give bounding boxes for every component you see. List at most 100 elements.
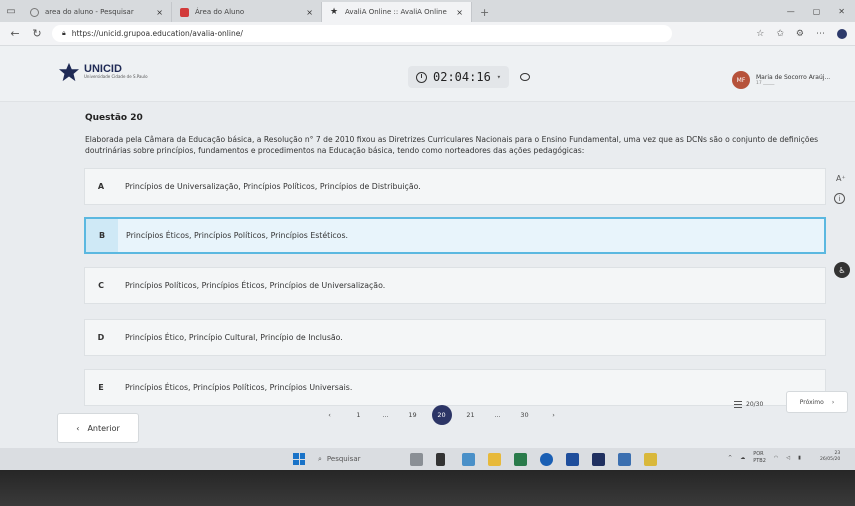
accessibility-icon[interactable]: ♿︎ xyxy=(834,262,850,278)
maximize-icon[interactable]: ▢ xyxy=(813,7,821,16)
app-icon[interactable] xyxy=(644,453,657,466)
logo-subtitle: Universidade Cidade de S.Paulo xyxy=(84,74,148,80)
eye-icon[interactable] xyxy=(520,73,530,81)
folder-icon[interactable] xyxy=(488,453,501,466)
browser-tab-avalia[interactable]: ★ AvaliA Online :: AvaliA Online × xyxy=(322,2,472,22)
option-e[interactable]: E Princípios Éticos, Princípios Político… xyxy=(84,369,826,406)
question-pager: ‹ 1 ... 19 20 21 ... 30 › xyxy=(315,404,568,426)
font-size-button[interactable]: A⁺ xyxy=(836,174,846,183)
option-c[interactable]: C Princípios Políticos, Princípios Ético… xyxy=(84,267,826,304)
option-d[interactable]: D Princípios Ético, Princípio Cultural, … xyxy=(84,319,826,356)
taskbar: ⌕ Pesquisar ^ ☁ POR PTB2 ◠ ◁ ▮ 23 26/05/… xyxy=(0,448,855,470)
taskbar-search[interactable]: ⌕ Pesquisar xyxy=(318,451,406,467)
app-icon[interactable] xyxy=(592,453,605,466)
close-window-icon[interactable]: ✕ xyxy=(838,7,845,16)
previous-button[interactable]: ‹ Anterior xyxy=(57,413,139,443)
page-21[interactable]: 21 xyxy=(456,404,485,426)
close-icon[interactable]: × xyxy=(156,8,163,17)
page-ellipsis: ... xyxy=(382,411,389,419)
close-icon[interactable]: × xyxy=(456,8,463,17)
option-b[interactable]: B Princípios Éticos, Princípios Político… xyxy=(84,217,826,254)
page-19[interactable]: 19 xyxy=(398,404,427,426)
browser-tab-bar: ▭ area do aluno - Pesquisar × Área do Al… xyxy=(0,0,855,22)
avatar: MF xyxy=(732,71,750,89)
laptop-bezel xyxy=(0,470,855,506)
store-icon[interactable] xyxy=(566,453,579,466)
user-id: 17 _____ xyxy=(756,81,775,87)
pager-prev-icon[interactable]: ‹ xyxy=(315,404,344,426)
window-controls: — ▢ ✕ xyxy=(787,0,855,22)
exam-timer[interactable]: 02:04:16 ▾ xyxy=(408,66,510,88)
pager-next-icon[interactable]: › xyxy=(539,404,568,426)
browser-tab-search[interactable]: area do aluno - Pesquisar × xyxy=(22,2,172,22)
search-icon: ⌕ xyxy=(318,454,322,463)
profile-icon[interactable] xyxy=(837,28,847,39)
cloud-icon[interactable]: ☁ xyxy=(740,455,745,461)
app-icon[interactable] xyxy=(462,453,475,466)
option-text: Princípios Éticos, Princípios Políticos,… xyxy=(126,231,348,240)
option-text: Princípios de Universalização, Princípio… xyxy=(125,182,421,191)
chevron-down-icon[interactable]: ▾ xyxy=(497,73,501,81)
option-letter: A xyxy=(97,182,105,191)
tab-label: AvaliA Online :: AvaliA Online xyxy=(345,8,447,16)
star-favicon-icon: ★ xyxy=(330,6,339,17)
more-icon[interactable]: ⋯ xyxy=(816,29,825,39)
option-text: Princípios Ético, Princípio Cultural, Pr… xyxy=(125,333,343,342)
info-icon[interactable]: i xyxy=(834,193,845,204)
browser-tab-area-aluno[interactable]: Área do Aluno × xyxy=(172,2,322,22)
list-icon xyxy=(734,400,742,408)
volume-icon[interactable]: ◁ xyxy=(786,455,790,461)
user-menu[interactable]: MF Maria de Socorro Araúj... 17 _____ xyxy=(732,71,830,89)
url-text: https://unicid.grupoa.education/avalia-o… xyxy=(71,29,243,38)
favorites-icon[interactable]: ✩ xyxy=(776,29,784,39)
taskbar-clock[interactable]: 23 26/05/20 xyxy=(820,451,840,464)
site-favicon-icon xyxy=(180,7,189,17)
stopwatch-icon xyxy=(416,71,427,83)
close-icon[interactable]: × xyxy=(306,8,313,17)
tab-label: Área do Aluno xyxy=(195,8,245,16)
previous-label: Anterior xyxy=(87,423,120,433)
option-letter: B xyxy=(86,219,118,252)
question-counter[interactable]: 20/30 xyxy=(734,395,776,413)
app-icon[interactable] xyxy=(618,453,631,466)
option-letter: D xyxy=(97,333,105,342)
url-field[interactable]: 🔒︎ https://unicid.grupoa.education/avali… xyxy=(52,25,672,42)
next-button[interactable]: Próximo › xyxy=(786,391,848,413)
option-letter: C xyxy=(98,281,104,290)
current-page-number: 20 xyxy=(431,405,452,425)
app-header: UNICID Universidade Cidade de S.Paulo 02… xyxy=(0,46,855,102)
windows-start-icon[interactable] xyxy=(293,453,305,465)
back-arrow-icon[interactable]: ← xyxy=(8,27,22,40)
screen: ▭ area do aluno - Pesquisar × Área do Al… xyxy=(0,0,855,470)
reload-icon[interactable]: ↻ xyxy=(30,27,44,40)
page-1[interactable]: 1 xyxy=(344,404,373,426)
option-text: Princípios Políticos, Princípios Éticos,… xyxy=(125,281,386,290)
extensions-icon[interactable]: ⚙ xyxy=(796,29,804,39)
lock-icon: 🔒︎ xyxy=(62,29,66,37)
page-current[interactable]: 20 xyxy=(427,404,456,426)
edge-icon[interactable] xyxy=(540,453,553,466)
option-letter: E xyxy=(98,383,104,392)
minimize-icon[interactable]: — xyxy=(787,7,795,16)
star-logo-icon xyxy=(59,62,79,82)
question-title: Questão 20 xyxy=(85,113,143,123)
chevron-up-icon[interactable]: ^ xyxy=(728,455,732,461)
task-view-icon[interactable] xyxy=(436,453,445,466)
battery-icon[interactable]: ▮ xyxy=(798,455,801,461)
wifi-icon[interactable]: ◠ xyxy=(774,455,778,461)
option-text: Princípios Éticos, Princípios Políticos,… xyxy=(125,383,353,392)
language-indicator[interactable]: POR PTB2 xyxy=(753,451,766,464)
option-a[interactable]: A Princípios de Universalização, Princíp… xyxy=(84,168,826,205)
tab-actions-icon[interactable]: ▭ xyxy=(0,0,22,22)
page-ellipsis: ... xyxy=(494,411,501,419)
next-label: Próximo xyxy=(799,398,824,406)
timer-value: 02:04:16 xyxy=(433,70,491,84)
star-bookmark-icon[interactable]: ☆ xyxy=(756,29,764,39)
taskbar-search-placeholder: Pesquisar xyxy=(326,455,361,463)
system-tray: ^ ☁ POR PTB2 ◠ ◁ ▮ xyxy=(728,451,801,464)
page-30[interactable]: 30 xyxy=(510,404,539,426)
widget-icon[interactable] xyxy=(410,453,423,466)
unicid-logo: UNICID Universidade Cidade de S.Paulo xyxy=(58,62,148,82)
new-tab-button[interactable]: + xyxy=(472,2,497,22)
app-icon[interactable] xyxy=(514,453,527,466)
